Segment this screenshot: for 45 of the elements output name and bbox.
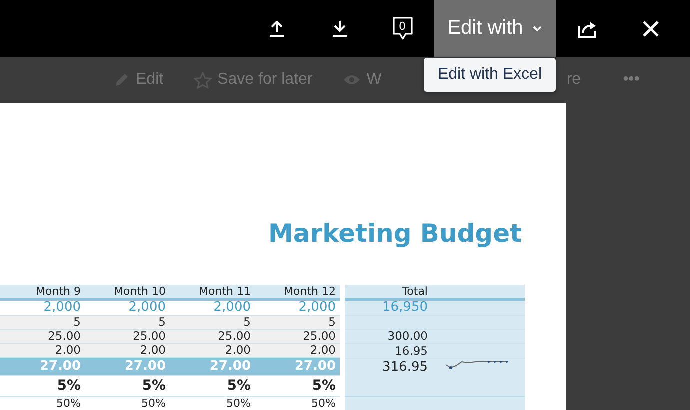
column-header: Month 11 xyxy=(170,285,255,301)
table-cell: 25.00 xyxy=(0,330,85,344)
table-cell: 2,000 xyxy=(0,301,85,316)
table-cell: 16,950 xyxy=(345,301,432,316)
table-cell: 2,000 xyxy=(255,301,340,316)
table-cell: 5 xyxy=(170,316,255,330)
share-icon xyxy=(578,20,598,38)
menu-item[interactable]: Edit with Excel xyxy=(438,66,542,84)
table-cell: 2.00 xyxy=(0,344,85,358)
table-cell: 27.00 xyxy=(170,358,255,376)
toolbar-item[interactable]: Save for later xyxy=(194,71,313,89)
table-cell: 25.00 xyxy=(170,330,255,344)
table-cell: 16.95 xyxy=(345,344,432,358)
toolbar-item[interactable]: ••• xyxy=(623,71,640,89)
pencil-icon xyxy=(114,72,130,88)
table-cell: 5 xyxy=(255,316,340,330)
table-cell: 25.00 xyxy=(85,330,170,344)
table-cell: 5 xyxy=(85,316,170,330)
table-cell: 2,000 xyxy=(170,301,255,316)
column-header: Month 10 xyxy=(85,285,170,301)
close-icon xyxy=(642,20,658,36)
table-cell: 5 xyxy=(0,316,85,330)
table-cell: 300.00 xyxy=(345,330,432,344)
toolbar-item[interactable]: Edit xyxy=(114,71,164,89)
column-header: Month 12 xyxy=(255,285,340,301)
table-cell: 27.00 xyxy=(85,358,170,376)
star-icon xyxy=(194,72,212,88)
table-cell: 2.00 xyxy=(255,344,340,358)
table-cell: 2,000 xyxy=(85,301,170,316)
eye-icon xyxy=(342,74,361,86)
table-cell: 2.00 xyxy=(85,344,170,358)
table-cell-text: 316.95 xyxy=(382,358,429,376)
download-icon xyxy=(332,20,346,36)
column-header: Month 9 xyxy=(0,285,85,301)
table-cell: 27.00 xyxy=(0,358,85,376)
toolbar-item[interactable]: re xyxy=(566,71,582,89)
sheet-title: Marketing Budget xyxy=(268,218,523,250)
comment-count: 0 xyxy=(392,16,414,40)
chevron-icon xyxy=(533,26,542,32)
upload-icon xyxy=(270,20,284,36)
table-cell: 2.00 xyxy=(170,344,255,358)
table-cell: 27.00 xyxy=(255,358,340,376)
toolbar-item[interactable]: W xyxy=(342,71,382,89)
table-cell: 25.00 xyxy=(255,330,340,344)
column-header: Total xyxy=(345,285,432,301)
